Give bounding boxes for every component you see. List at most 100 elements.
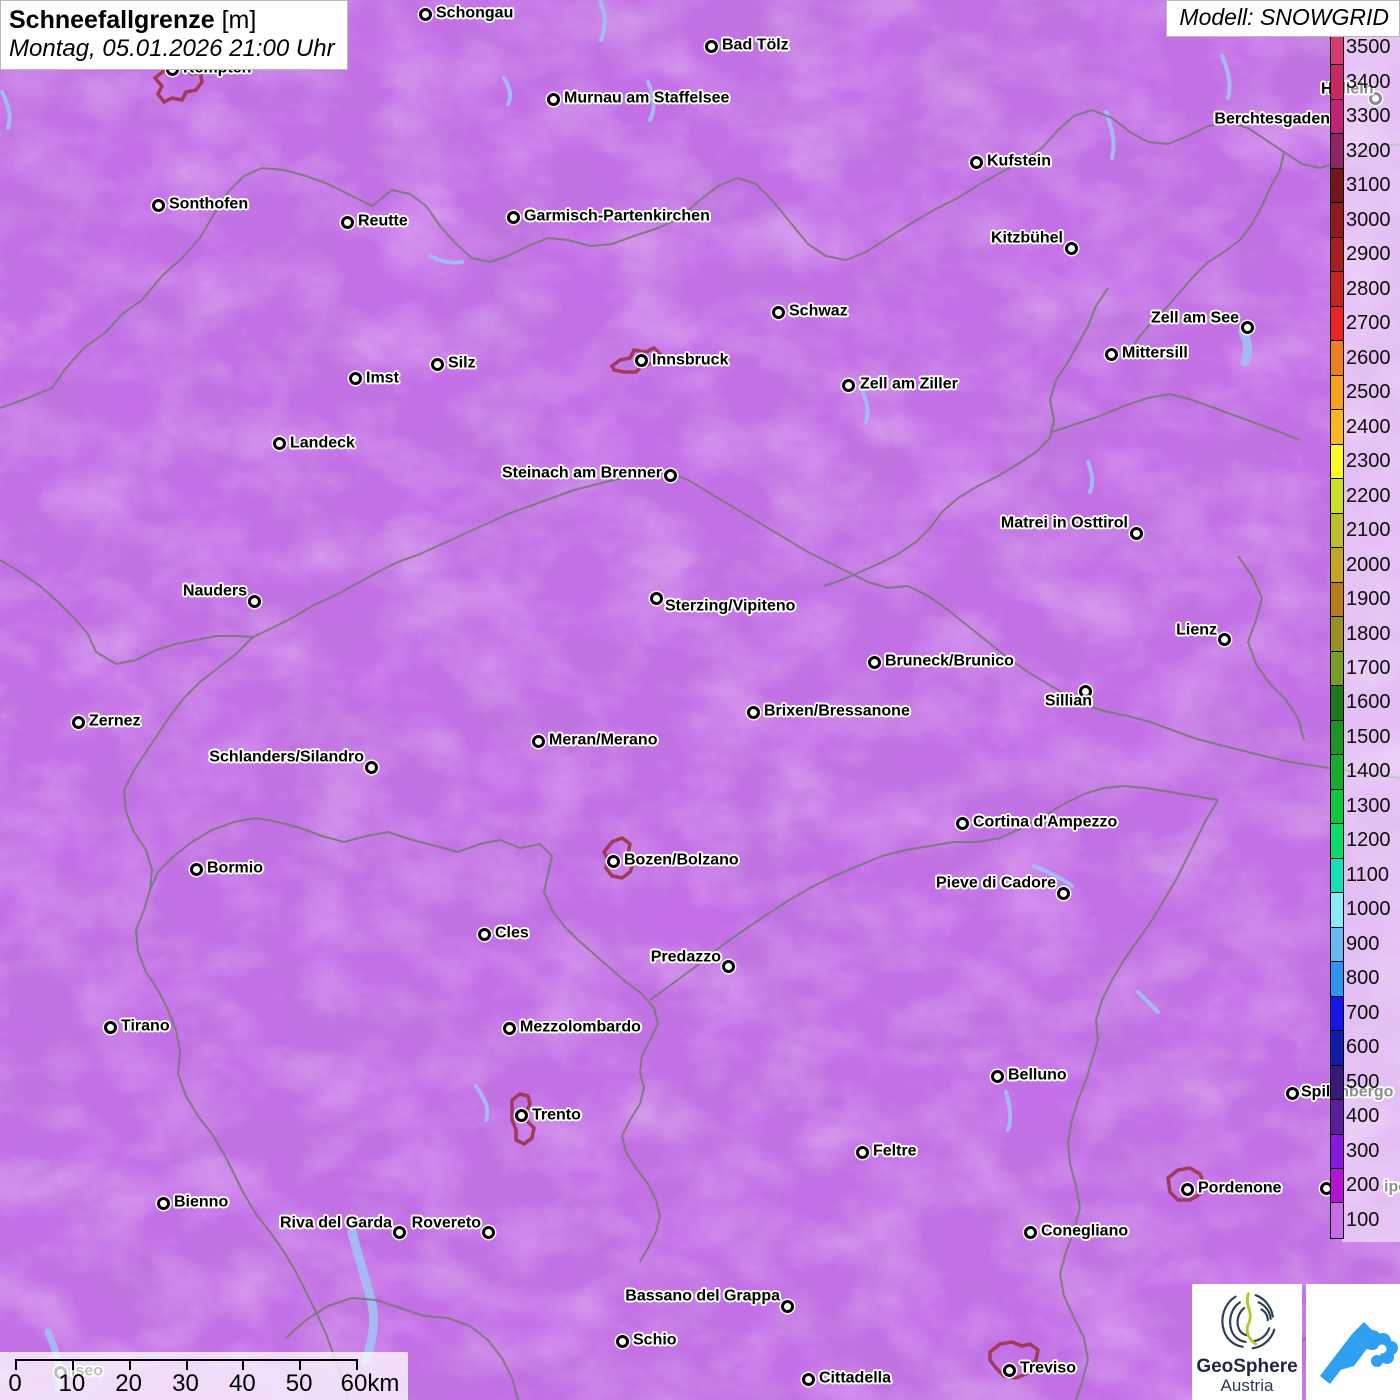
colorbar-segment-2600 (1331, 341, 1343, 375)
city-label-meran-merano: Meran/Merano (549, 732, 657, 748)
city-marker-layer: SchongauBad TölzKemptenMurnau am Staffel… (0, 0, 1400, 1400)
city-label-sillian: Sillian (1045, 693, 1092, 709)
city-dot-pieve-di-cadore (1057, 887, 1070, 900)
colorbar-value-1100: 1100 (1346, 865, 1389, 885)
city-label-schio: Schio (633, 1332, 677, 1348)
colorbar-value-300: 300 (1346, 1141, 1379, 1161)
colorbar-value-2000: 2000 (1346, 555, 1391, 575)
colorbar-value-2500: 2500 (1346, 382, 1391, 402)
scalebar-label-0: 0 (8, 1372, 21, 1396)
city-label-bassano-del-grappa: Bassano del Grappa (625, 1288, 780, 1304)
colorbar-value-3200: 3200 (1346, 141, 1391, 161)
colorbar-segment-3400 (1331, 65, 1343, 99)
colorbar-segment-2200 (1331, 479, 1343, 513)
colorbar-segment-900 (1331, 928, 1343, 962)
scalebar-label-20: 20 (115, 1372, 142, 1396)
city-label-innsbruck: Innsbruck (652, 352, 728, 368)
geosphere-logo-icon (1211, 1288, 1283, 1354)
city-dot-mittersill (1105, 348, 1118, 361)
colorbar-segment-3100 (1331, 169, 1343, 203)
city-dot-nauders (248, 595, 261, 608)
colorbar-value-2300: 2300 (1346, 451, 1391, 471)
city-label-conegliano: Conegliano (1041, 1223, 1128, 1239)
city-label-tirano: Tirano (121, 1018, 170, 1034)
colorbar-labels: 3500340033003200310030002900280027002600… (1346, 30, 1400, 1237)
city-label-cortina-d-ampezzo: Cortina d'Ampezzo (973, 814, 1117, 830)
colorbar-segment-1600 (1331, 686, 1343, 720)
city-label-trento: Trento (532, 1107, 581, 1123)
city-label-predazzo: Predazzo (651, 949, 721, 965)
colorbar-value-600: 600 (1346, 1037, 1379, 1057)
colorbar-segment-3200 (1331, 134, 1343, 168)
colorbar-segment-3300 (1331, 100, 1343, 134)
colorbar-segment-2800 (1331, 272, 1343, 306)
city-label-kitzb-hel: Kitzbühel (991, 230, 1063, 246)
geosphere-logo-box: GeoSphere Austria (1192, 1284, 1302, 1400)
city-label-steinach-am-brenner: Steinach am Brenner (502, 465, 662, 481)
city-label-cittadella: Cittadella (819, 1370, 891, 1386)
colorbar-value-200: 200 (1346, 1175, 1379, 1195)
scalebar-tick-50 (299, 1359, 301, 1370)
city-label-schongau: Schongau (436, 5, 513, 21)
city-dot-spilimbergo (1286, 1087, 1299, 1100)
colorbar-segment-1700 (1331, 652, 1343, 686)
colorbar-segment-800 (1331, 962, 1343, 996)
city-label-zernez: Zernez (89, 713, 141, 729)
city-label-nauders: Nauders (183, 583, 247, 599)
colorbar-segment-1800 (1331, 617, 1343, 651)
city-dot-schlanders-silandro (365, 761, 378, 774)
city-dot-steinach-am-brenner (664, 469, 677, 482)
city-dot-feltre (856, 1146, 869, 1159)
city-dot-bassano-del-grappa (781, 1300, 794, 1313)
colorbar-value-1900: 1900 (1346, 589, 1391, 609)
city-dot-kitzb-hel (1065, 242, 1078, 255)
colorbar-segment-3000 (1331, 203, 1343, 237)
city-label-bad-t-lz: Bad Tölz (722, 37, 789, 53)
colorbar-value-100: 100 (1346, 1210, 1379, 1230)
city-label-reutte: Reutte (358, 213, 408, 229)
city-label-belluno: Belluno (1008, 1067, 1067, 1083)
city-dot-zernez (72, 716, 85, 729)
colorbar-value-1600: 1600 (1346, 692, 1391, 712)
colorbar-value-400: 400 (1346, 1106, 1379, 1126)
city-dot-meran-merano (532, 735, 545, 748)
colorbar-segment-200 (1331, 1169, 1343, 1203)
colorbar-segment-600 (1331, 1031, 1343, 1065)
colorbar-segment-100 (1331, 1203, 1343, 1237)
city-label-zell-am-see: Zell am See (1151, 310, 1239, 326)
model-label: Modell: SNOWGRID (1179, 4, 1389, 30)
colorbar-segment-1100 (1331, 859, 1343, 893)
city-dot-treviso (1003, 1364, 1016, 1377)
colorbar-segment-1400 (1331, 755, 1343, 789)
city-dot-mezzolombardo (503, 1022, 516, 1035)
city-dot-cortina-d-ampezzo (956, 817, 969, 830)
title-text: Schneefallgrenze (9, 6, 215, 34)
colorbar-value-3300: 3300 (1346, 106, 1391, 126)
city-dot-sonthofen (152, 199, 165, 212)
city-dot-bozen-bolzano (607, 855, 620, 868)
city-dot-kufstein (970, 156, 983, 169)
city-dot-schwaz (772, 306, 785, 319)
colorbar-value-3100: 3100 (1346, 175, 1391, 195)
map-title-box: Schneefallgrenze [m] Montag, 05.01.2026 … (0, 0, 348, 70)
geosphere-logo-country: Austria (1192, 1377, 1302, 1396)
colorbar-value-3400: 3400 (1346, 72, 1391, 92)
city-label-sonthofen: Sonthofen (169, 196, 248, 212)
city-dot-bruneck-brunico (868, 656, 881, 669)
colorbar-segment-1200 (1331, 824, 1343, 858)
colorbar-value-1300: 1300 (1346, 796, 1391, 816)
city-label-lienz: Lienz (1176, 622, 1217, 638)
city-dot-landeck (273, 437, 286, 450)
scalebar-label-30: 30 (172, 1372, 199, 1396)
colorbar-value-2700: 2700 (1346, 313, 1391, 333)
city-label-rovereto: Rovereto (412, 1215, 481, 1231)
city-label-landeck: Landeck (290, 435, 355, 451)
city-dot-sterzing-vipiteno (650, 592, 663, 605)
colorbar (1330, 30, 1344, 1239)
colorbar-value-2900: 2900 (1346, 244, 1391, 264)
city-dot-cles (478, 928, 491, 941)
city-dot-garmisch-partenkirchen (507, 211, 520, 224)
distance-scalebar: 0102030405060km (0, 1352, 408, 1400)
city-label-riva-del-garda: Riva del Garda (280, 1215, 392, 1231)
colorbar-segment-2900 (1331, 238, 1343, 272)
